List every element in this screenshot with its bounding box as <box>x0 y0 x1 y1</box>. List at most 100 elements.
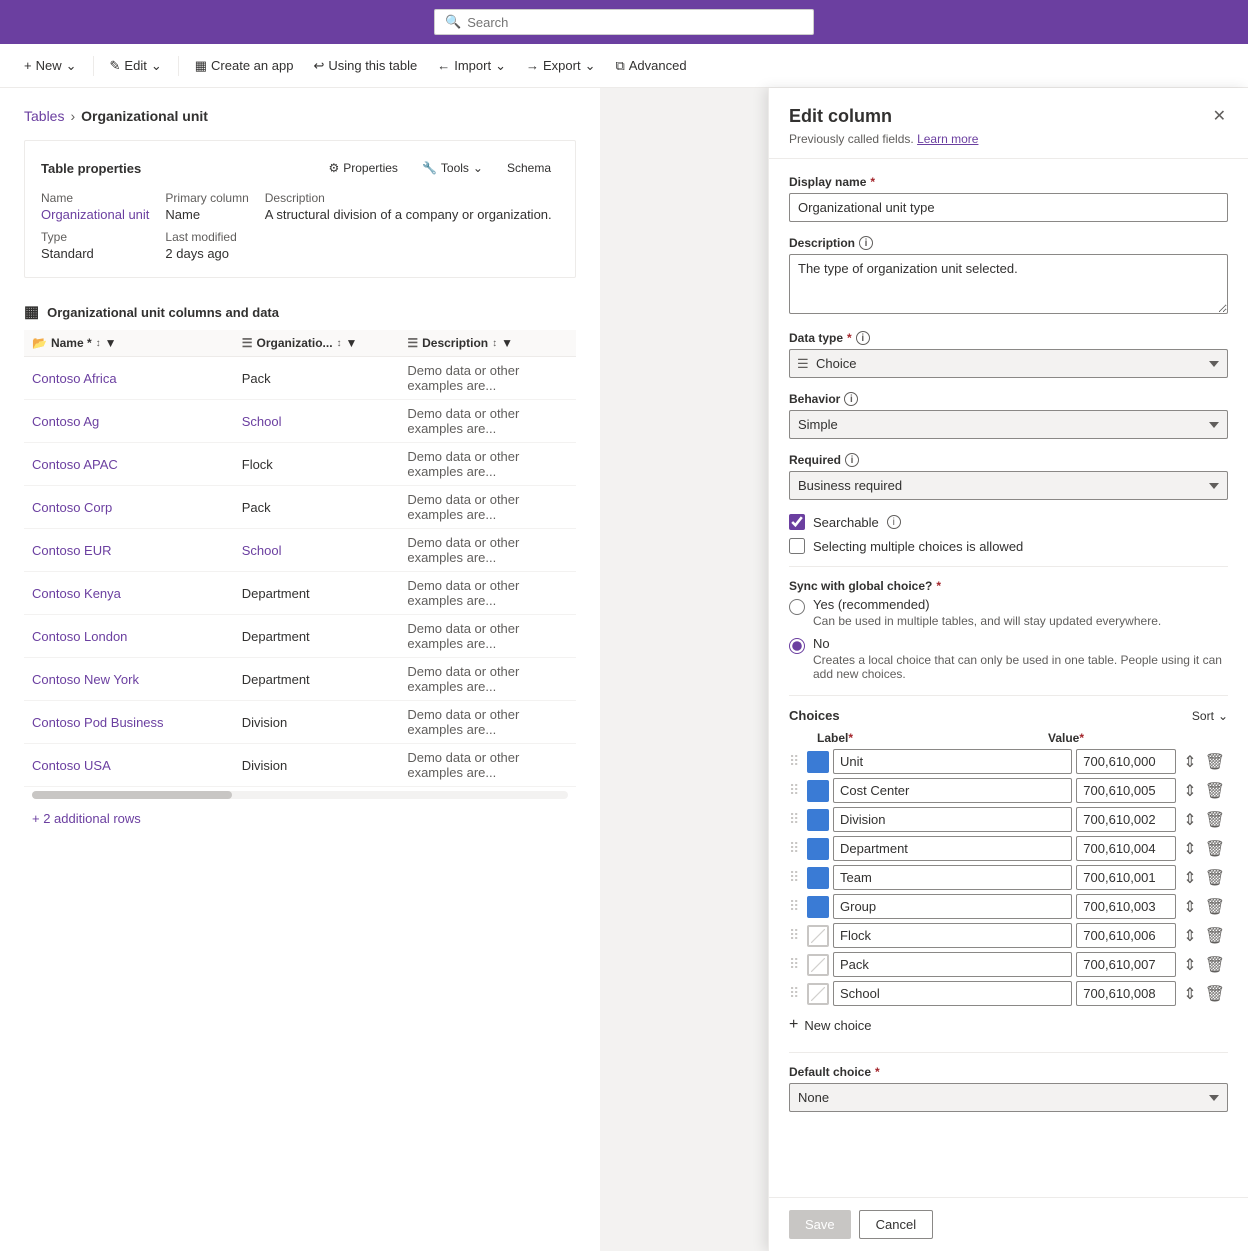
cell-name[interactable]: Contoso Kenya <box>24 572 234 615</box>
choice-color-button[interactable] <box>807 925 829 947</box>
name-sort-icon[interactable]: ↕ <box>96 338 101 349</box>
multiple-choices-checkbox[interactable] <box>789 538 805 554</box>
cell-name[interactable]: Contoso Corp <box>24 486 234 529</box>
searchable-info-icon[interactable]: i <box>887 515 901 529</box>
new-button[interactable]: + New ⌄ <box>16 52 85 80</box>
cell-name[interactable]: Contoso London <box>24 615 234 658</box>
required-select[interactable]: Business required <box>789 471 1228 500</box>
data-type-info-icon[interactable]: i <box>856 331 870 345</box>
choice-value-input[interactable] <box>1076 894 1176 919</box>
choice-delete-button[interactable]: 🗑 <box>1202 837 1228 861</box>
choice-delete-button[interactable]: 🗑 <box>1202 808 1228 832</box>
choice-delete-button[interactable]: 🗑 <box>1202 953 1228 977</box>
choice-reorder-button[interactable]: ⇕ <box>1180 982 1199 1006</box>
choice-reorder-button[interactable]: ⇕ <box>1180 779 1199 803</box>
cell-org-type[interactable]: School <box>234 400 400 443</box>
choice-color-button[interactable] <box>807 896 829 918</box>
cancel-button[interactable]: Cancel <box>859 1210 933 1239</box>
behavior-info-icon[interactable]: i <box>844 392 858 406</box>
horizontal-scrollbar[interactable] <box>24 787 576 803</box>
choice-value-input[interactable] <box>1076 749 1176 774</box>
cell-org-type[interactable]: School <box>234 529 400 572</box>
choice-color-button[interactable] <box>807 954 829 976</box>
choice-value-input[interactable] <box>1076 952 1176 977</box>
choice-label-input[interactable] <box>833 865 1072 890</box>
choice-delete-button[interactable]: 🗑 <box>1202 924 1228 948</box>
description-textarea[interactable]: The type of organization unit selected. <box>789 254 1228 314</box>
description-info-icon[interactable]: i <box>859 236 873 250</box>
choice-reorder-button[interactable]: ⇕ <box>1180 895 1199 919</box>
choice-value-input[interactable] <box>1076 836 1176 861</box>
search-box[interactable]: 🔍 <box>434 9 814 35</box>
drag-handle-icon[interactable]: ⠿ <box>789 869 803 886</box>
choice-delete-button[interactable]: 🗑 <box>1202 779 1228 803</box>
choice-label-input[interactable] <box>833 981 1072 1006</box>
choice-reorder-button[interactable]: ⇕ <box>1180 750 1199 774</box>
choice-color-button[interactable] <box>807 867 829 889</box>
choice-delete-button[interactable]: 🗑 <box>1202 750 1228 774</box>
choice-value-input[interactable] <box>1076 807 1176 832</box>
drag-handle-icon[interactable]: ⠿ <box>789 840 803 857</box>
search-input[interactable] <box>467 15 803 30</box>
multiple-choices-label[interactable]: Selecting multiple choices is allowed <box>813 539 1023 554</box>
choice-color-button[interactable] <box>807 983 829 1005</box>
choice-reorder-button[interactable]: ⇕ <box>1180 953 1199 977</box>
cell-name[interactable]: Contoso Africa <box>24 357 234 400</box>
import-button[interactable]: ← Import ⌄ <box>429 52 514 80</box>
schema-button[interactable]: Schema <box>499 157 559 179</box>
drag-handle-icon[interactable]: ⠿ <box>789 956 803 973</box>
choice-label-input[interactable] <box>833 952 1072 977</box>
choice-reorder-button[interactable]: ⇕ <box>1180 924 1199 948</box>
behavior-select[interactable]: Simple <box>789 410 1228 439</box>
choice-reorder-button[interactable]: ⇕ <box>1180 837 1199 861</box>
choice-label-input[interactable] <box>833 923 1072 948</box>
sort-button[interactable]: Sort ⌄ <box>1192 709 1228 723</box>
choice-label-input[interactable] <box>833 778 1072 803</box>
searchable-label[interactable]: Searchable <box>813 515 879 530</box>
learn-more-link[interactable]: Learn more <box>917 132 978 146</box>
cell-name[interactable]: Contoso EUR <box>24 529 234 572</box>
desc-sort-icon[interactable]: ↕ <box>492 338 497 349</box>
drag-handle-icon[interactable]: ⠿ <box>789 985 803 1002</box>
yes-radio[interactable] <box>789 599 805 615</box>
data-type-select[interactable]: Choice <box>789 349 1228 378</box>
tools-button[interactable]: 🔧 Tools ⌄ <box>414 157 491 179</box>
col-org-header[interactable]: ☰ Organizatio... ↕ ▼ <box>234 330 400 357</box>
display-name-input[interactable] <box>789 193 1228 222</box>
cell-name[interactable]: Contoso APAC <box>24 443 234 486</box>
choice-delete-button[interactable]: 🗑 <box>1202 895 1228 919</box>
choice-label-input[interactable] <box>833 749 1072 774</box>
props-name-value[interactable]: Organizational unit <box>41 207 149 222</box>
org-sort-icon[interactable]: ↕ <box>337 338 342 349</box>
choice-value-input[interactable] <box>1076 778 1176 803</box>
cell-name[interactable]: Contoso New York <box>24 658 234 701</box>
org-filter-icon[interactable]: ▼ <box>346 336 358 350</box>
choice-value-input[interactable] <box>1076 981 1176 1006</box>
add-rows-link[interactable]: + 2 additional rows <box>24 803 576 834</box>
searchable-checkbox[interactable] <box>789 514 805 530</box>
breadcrumb-tables-link[interactable]: Tables <box>24 108 64 124</box>
export-button[interactable]: → Export ⌄ <box>518 52 603 80</box>
save-button[interactable]: Save <box>789 1210 851 1239</box>
properties-button[interactable]: ⚙ Properties <box>320 157 405 179</box>
choice-color-button[interactable] <box>807 751 829 773</box>
choice-delete-button[interactable]: 🗑 <box>1202 866 1228 890</box>
choice-reorder-button[interactable]: ⇕ <box>1180 808 1199 832</box>
drag-handle-icon[interactable]: ⠿ <box>789 811 803 828</box>
choice-delete-button[interactable]: 🗑 <box>1202 982 1228 1006</box>
choice-value-input[interactable] <box>1076 865 1176 890</box>
choice-color-button[interactable] <box>807 809 829 831</box>
choice-label-input[interactable] <box>833 894 1072 919</box>
create-app-button[interactable]: ▦ Create an app <box>187 52 302 80</box>
default-choice-select[interactable]: None <box>789 1083 1228 1112</box>
name-filter-icon[interactable]: ▼ <box>105 336 117 350</box>
close-panel-button[interactable]: ✕ <box>1211 104 1228 128</box>
drag-handle-icon[interactable]: ⠿ <box>789 898 803 915</box>
choice-label-input[interactable] <box>833 836 1072 861</box>
edit-button[interactable]: ✎ Edit ⌄ <box>102 52 170 80</box>
choice-color-button[interactable] <box>807 838 829 860</box>
new-choice-button[interactable]: + New choice <box>789 1010 872 1040</box>
drag-handle-icon[interactable]: ⠿ <box>789 753 803 770</box>
drag-handle-icon[interactable]: ⠿ <box>789 782 803 799</box>
using-table-button[interactable]: ↩ Using this table <box>305 52 425 80</box>
